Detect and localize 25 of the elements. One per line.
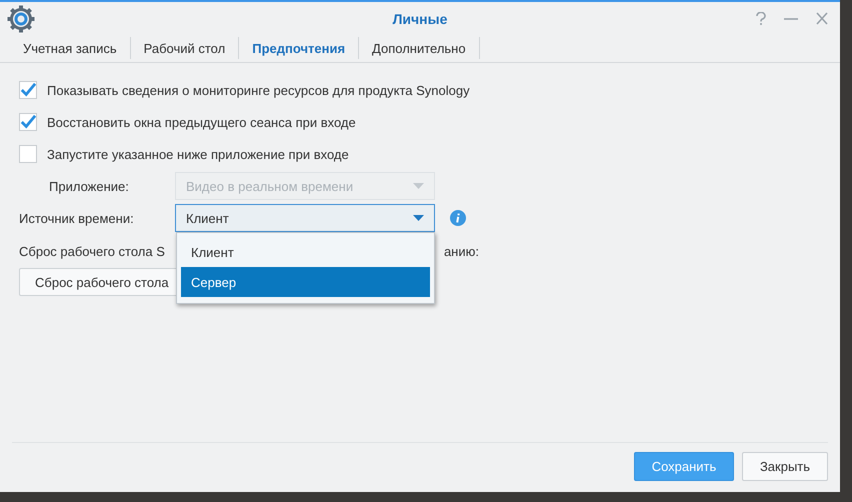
checkbox[interactable] [19,113,37,131]
checkbox-label: Показывать сведения о мониторинге ресурсов для продукта Synology [47,82,470,98]
checkbox[interactable] [19,81,37,99]
tab[interactable]: Учетная запись [10,37,131,59]
reset-label: Сброс рабочего стола S [19,244,165,258]
menu-item[interactable]: Клиент [181,237,430,267]
checkbox[interactable] [19,145,37,163]
tab[interactable]: Рабочий стол [130,37,240,59]
info-icon[interactable] [450,210,466,226]
close-icon[interactable] [816,12,828,25]
field-label: Источник времени: [19,210,135,226]
reset-label: анию: [444,244,479,258]
menu-item[interactable]: Сервер [181,267,430,297]
checkbox-label: Восстановить окна предыдущего сеанса при входе [47,114,356,130]
help-icon[interactable] [756,12,766,25]
tab[interactable]: Дополнительно [359,37,480,59]
close-button[interactable]: Закрыть [742,452,828,481]
caret-icon [413,215,424,221]
gear-icon [7,4,35,32]
window-title: Личные [392,10,448,26]
checkbox-label: Запустите указанное ниже приложение при входе [47,146,349,162]
tab[interactable]: Предпочтения [239,37,360,59]
caret-icon [413,183,424,189]
dropdown-field[interactable]: Клиент [175,204,435,232]
field-label: Приложение: [49,178,130,194]
